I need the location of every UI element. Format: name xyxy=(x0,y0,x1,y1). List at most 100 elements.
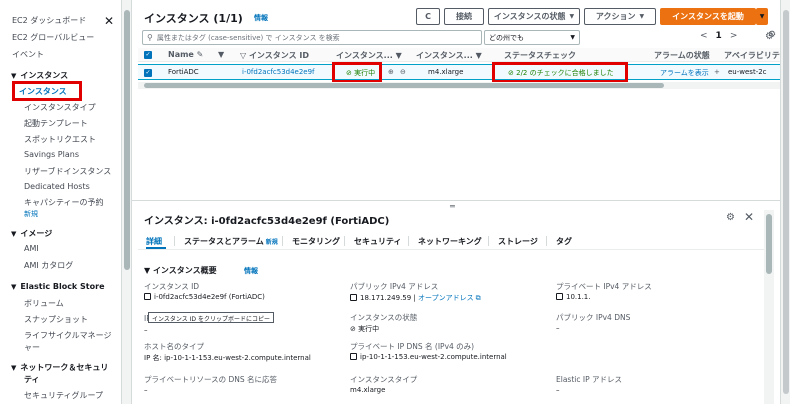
edit-icon[interactable]: ✎ xyxy=(197,50,204,59)
connect-button[interactable]: 接続 xyxy=(444,8,484,25)
detail-scrollbar[interactable] xyxy=(764,210,774,404)
refresh-button[interactable]: C xyxy=(416,8,440,25)
drag-handle-icon[interactable]: ═ xyxy=(450,202,455,211)
elastic-ip-value: – xyxy=(556,386,560,394)
instance-type-value: m4.xlarge xyxy=(350,386,386,394)
hostname-type-label: ホスト名のタイプ xyxy=(144,342,204,351)
open-address-link[interactable]: オープンアドレス xyxy=(418,294,474,302)
sidebar-item-lifecycle-manager[interactable]: ライフサイクルマネージ xyxy=(24,330,111,341)
instance-state-label: インスタンスの状態 xyxy=(350,313,418,322)
actions-button[interactable]: アクション ▼ xyxy=(584,8,656,25)
external-link-icon[interactable]: ⧉ xyxy=(476,294,481,303)
sidebar-item-dashboard[interactable]: EC2 ダッシュボード xyxy=(12,15,86,26)
tab-tags[interactable]: タグ xyxy=(556,236,572,247)
view-alarms-link[interactable]: アラームを表示 xyxy=(660,68,709,78)
page-scrollbar[interactable] xyxy=(780,0,790,404)
search-placeholder: 属性またはタグ (case-sensitive) で インスタンス を検索 xyxy=(156,33,340,42)
sidebar-item-global-view[interactable]: EC2 グローバルビュー xyxy=(12,32,94,43)
tab-monitoring[interactable]: モニタリング xyxy=(292,236,340,247)
button-label: インスタンスの状態 xyxy=(493,12,566,21)
state-filter-select[interactable]: どの州でも ▼ xyxy=(484,30,580,45)
sidebar-item-ami[interactable]: AMI xyxy=(24,244,39,253)
column-instance-id[interactable]: ▽ インスタンス ID xyxy=(240,50,309,61)
column-name[interactable]: Name ✎ xyxy=(168,50,203,59)
header-label: インスタンス ID xyxy=(248,51,310,60)
launch-dropdown-button[interactable]: ▼ xyxy=(756,8,768,25)
column-alarm-state[interactable]: アラームの状態 xyxy=(654,50,710,61)
tab-status-alarms[interactable]: ステータスとアラーム 新規 xyxy=(184,236,278,247)
sidebar-item-ami-catalog[interactable]: AMI カタログ xyxy=(24,260,73,271)
tab-separator xyxy=(174,236,175,246)
scroll-thumb[interactable] xyxy=(766,214,772,274)
prev-page-button[interactable]: < xyxy=(700,31,708,41)
table-horizontal-scrollbar[interactable] xyxy=(138,82,780,89)
sidebar-section-images[interactable]: ▼ イメージ xyxy=(11,228,52,239)
sidebar-item-volumes[interactable]: ボリューム xyxy=(24,298,64,309)
close-icon[interactable]: ✕ xyxy=(744,210,754,224)
main-panel: インスタンス (1/1) 情報 C 接続 インスタンスの状態 ▼ アクション ▼ イ… xyxy=(132,0,787,404)
caret-down-icon: ▼ xyxy=(569,13,575,20)
column-availability-zone[interactable]: アベイラビリティ xyxy=(724,50,787,61)
sort-icon: ▽ xyxy=(240,51,249,60)
copy-icon[interactable] xyxy=(350,294,357,301)
row-checkbox[interactable]: ✓ xyxy=(144,69,152,77)
select-all-checkbox[interactable]: ✓ xyxy=(144,51,152,59)
tab-security[interactable]: セキュリティ xyxy=(354,236,402,247)
sidebar-scrollbar[interactable] xyxy=(122,0,132,404)
scroll-thumb[interactable] xyxy=(783,10,789,394)
panel-splitter[interactable] xyxy=(132,200,780,204)
summary-heading-label: インスタンス概要 xyxy=(152,266,217,275)
launch-instance-button[interactable]: インスタンスを起動 xyxy=(660,8,756,25)
private-resource-dns-label: プライベートリソースの DNS 名に応答 xyxy=(144,375,278,384)
caret-down-icon: ▼ xyxy=(639,13,645,20)
sidebar-section-instances[interactable]: ▼ インスタンス xyxy=(11,70,68,81)
column-instance-state[interactable]: インスタンス... ▼ xyxy=(336,50,402,61)
sidebar-section-ebs[interactable]: ▼ Elastic Block Store xyxy=(11,282,105,291)
info-link[interactable]: 情報 xyxy=(244,266,258,276)
gear-icon[interactable]: ⚙ xyxy=(768,30,776,40)
copy-icon[interactable] xyxy=(144,293,151,300)
tab-details[interactable]: 詳細 xyxy=(146,236,162,247)
highlight-box xyxy=(332,62,382,83)
header-label: アラームの状態 xyxy=(654,51,710,60)
gear-icon[interactable]: ⚙ xyxy=(726,212,735,223)
plus-icon[interactable]: + xyxy=(714,68,720,76)
sidebar-item-savings-plans[interactable]: Savings Plans xyxy=(24,150,79,159)
tab-networking[interactable]: ネットワーキング xyxy=(418,236,482,247)
sidebar-item-launch-templates[interactable]: 起動テンプレート xyxy=(24,118,88,129)
column-status-check[interactable]: ステータスチェック xyxy=(504,50,576,61)
sidebar-item-security-groups[interactable]: セキュリティグループ xyxy=(24,390,103,401)
page-title: インスタンス (1/1) xyxy=(144,12,243,25)
cell-availability-zone: eu-west-2c xyxy=(728,68,767,76)
tab-storage[interactable]: ストレージ xyxy=(498,236,538,247)
private-dns-text: ip-10-1-1-153.eu-west-2.compute.internal xyxy=(360,353,507,361)
instance-id-link[interactable]: i-0fd2acfc53d4e2e9f xyxy=(242,68,315,76)
sidebar-item-snapshots[interactable]: スナップショット xyxy=(24,314,88,325)
sidebar-item-events[interactable]: イベント xyxy=(12,49,44,60)
zoom-out-icon[interactable]: ⊖ xyxy=(400,68,406,76)
summary-heading[interactable]: ▼ インスタンス概要 xyxy=(144,265,217,276)
copy-icon[interactable] xyxy=(556,293,563,300)
next-page-button[interactable]: > xyxy=(730,31,738,41)
sidebar-item-reserved-instances[interactable]: リザーブドインスタンス xyxy=(24,166,111,177)
sidebar-item-lifecycle-manager-cont: ャー xyxy=(24,343,40,352)
copy-icon[interactable] xyxy=(350,353,357,360)
sidebar-section-network[interactable]: ▼ ネットワーク＆セキュリ xyxy=(11,362,108,373)
section-label: Elastic Block Store xyxy=(20,282,105,291)
scroll-thumb[interactable] xyxy=(124,10,130,270)
scroll-thumb[interactable] xyxy=(144,83,664,88)
page-number[interactable]: 1 xyxy=(716,31,722,41)
sidebar-item-spot-requests[interactable]: スポットリクエスト xyxy=(24,134,96,145)
column-instance-type[interactable]: インスタンス... ▼ xyxy=(416,50,482,61)
table-row[interactable]: ✓ FortiADC i-0fd2acfc53d4e2e9f ⊘ 実行中 ⊕ ⊖… xyxy=(138,64,780,80)
zoom-in-icon[interactable]: ⊕ xyxy=(388,68,394,76)
sidebar-item-instances[interactable]: インスタンス xyxy=(19,86,67,97)
instance-state-button[interactable]: インスタンスの状態 ▼ xyxy=(488,8,580,25)
sidebar-item-dedicated-hosts[interactable]: Dedicated Hosts xyxy=(24,182,90,191)
info-link[interactable]: 情報 xyxy=(254,13,268,23)
sidebar-item-instance-types[interactable]: インスタンスタイプ xyxy=(24,102,96,113)
close-icon[interactable]: ✕ xyxy=(104,14,114,28)
sidebar-item-capacity-reservations[interactable]: キャパシティーの予約 xyxy=(24,197,104,208)
sort-icon[interactable]: ▼ xyxy=(218,50,224,59)
search-input[interactable]: ⚲ 属性またはタグ (case-sensitive) で インスタンス を検索 xyxy=(142,30,482,45)
